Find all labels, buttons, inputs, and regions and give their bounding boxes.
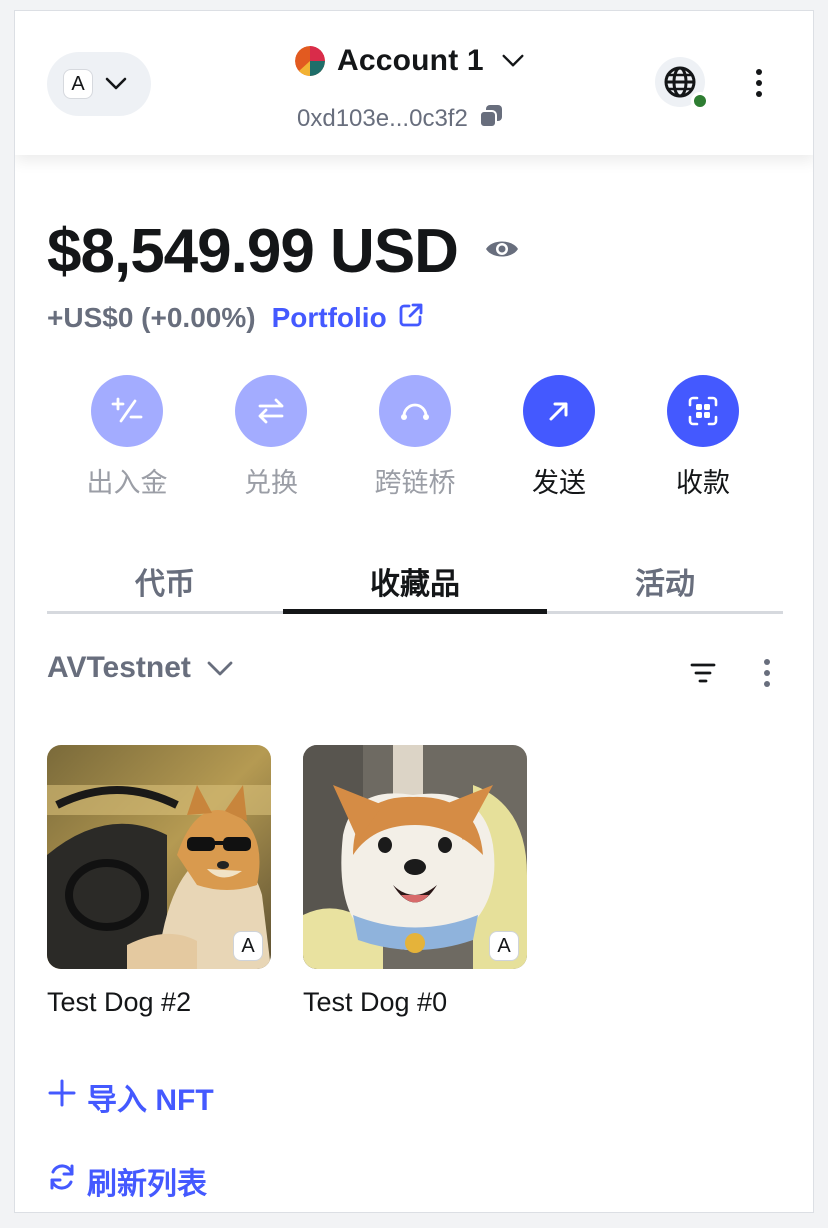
send-label: 发送 — [532, 468, 586, 498]
portfolio-link[interactable]: Portfolio — [272, 301, 425, 336]
arrow-up-right-icon — [523, 375, 595, 447]
network-picker-button[interactable]: A — [47, 52, 151, 116]
swap-label: 兑换 — [244, 468, 298, 498]
nft-card[interactable]: A Test Dog #0 — [303, 745, 527, 1018]
collectibles-toolbar: AVTestnet — [47, 651, 783, 695]
bridge-label: 跨链桥 — [374, 468, 456, 498]
tab-activity[interactable]: 活动 — [547, 547, 783, 615]
swap-arrows-icon — [235, 375, 307, 447]
wallet-window: A Account 1 0xd103e...0c3f2 $8,549.99 US… — [14, 10, 814, 1213]
account-options-kebab-icon[interactable] — [751, 67, 767, 99]
chevron-down-icon — [207, 651, 233, 685]
buy-sell-label: 出入金 — [86, 468, 168, 498]
refresh-icon — [47, 1162, 77, 1200]
copy-icon[interactable] — [478, 103, 504, 136]
connection-status-dot — [691, 92, 709, 110]
refresh-list-label: 刷新列表 — [87, 1168, 207, 1201]
nft-image: A — [47, 745, 271, 969]
plus-icon — [47, 1078, 77, 1116]
nft-image: A — [303, 745, 527, 969]
balance-row: $8,549.99 USD — [47, 211, 520, 291]
account-address-copy[interactable]: 0xd103e...0c3f2 — [297, 101, 504, 137]
chevron-down-icon — [105, 73, 127, 95]
network-badge: A — [233, 931, 263, 961]
tab-activity-label: 活动 — [635, 568, 695, 601]
network-avatar: A — [63, 69, 93, 99]
receive-label: 收款 — [676, 468, 730, 498]
asset-tabs: 代币 收藏品 活动 — [47, 547, 783, 619]
swap-button[interactable]: 兑换 — [199, 375, 343, 500]
plus-minus-icon — [91, 375, 163, 447]
account-avatar-icon — [295, 46, 325, 76]
tab-collectibles[interactable]: 收藏品 — [283, 547, 547, 615]
action-buttons: 出入金 兑换 跨链桥 发送 收款 — [55, 375, 775, 505]
account-name: Account 1 — [337, 44, 484, 77]
network-filter-dropdown[interactable]: AVTestnet — [47, 651, 233, 685]
balance-change-row: +US$0 (+0.00%) Portfolio — [47, 298, 425, 338]
nft-card[interactable]: A Test Dog #2 — [47, 745, 271, 1018]
import-nft-button[interactable]: 导入 NFT — [47, 1075, 214, 1119]
receive-button[interactable]: 收款 — [631, 375, 775, 500]
tab-tokens[interactable]: 代币 — [47, 547, 283, 615]
eye-icon[interactable] — [484, 236, 520, 267]
collectibles-options-kebab-icon[interactable] — [759, 657, 775, 689]
active-tab-indicator — [283, 609, 547, 614]
portfolio-label: Portfolio — [271, 302, 387, 333]
balance-amount: $8,549.99 USD — [47, 216, 459, 286]
network-badge: A — [489, 931, 519, 961]
refresh-list-button[interactable]: 刷新列表 — [47, 1159, 207, 1203]
bridge-arc-icon — [379, 375, 451, 447]
connected-sites-button[interactable] — [655, 57, 709, 110]
send-button[interactable]: 发送 — [487, 375, 631, 500]
qr-scan-icon — [667, 375, 739, 447]
nft-name: Test Dog #0 — [303, 987, 448, 1017]
tab-collectibles-label: 收藏品 — [370, 568, 460, 601]
account-picker-button[interactable]: Account 1 — [295, 41, 535, 81]
buy-sell-button[interactable]: 出入金 — [55, 375, 199, 500]
balance-change: +US$0 (+0.00%) — [47, 302, 256, 333]
tab-tokens-label: 代币 — [135, 568, 195, 601]
import-nft-label: 导入 NFT — [87, 1084, 214, 1117]
chevron-down-icon — [502, 50, 524, 72]
account-address: 0xd103e...0c3f2 — [297, 105, 468, 132]
sort-icon[interactable] — [689, 659, 717, 687]
network-filter-label: AVTestnet — [47, 651, 191, 684]
app-header: A Account 1 0xd103e...0c3f2 — [15, 11, 813, 155]
nft-name: Test Dog #2 — [47, 987, 192, 1017]
external-link-icon — [397, 301, 425, 336]
bridge-button[interactable]: 跨链桥 — [343, 375, 487, 500]
